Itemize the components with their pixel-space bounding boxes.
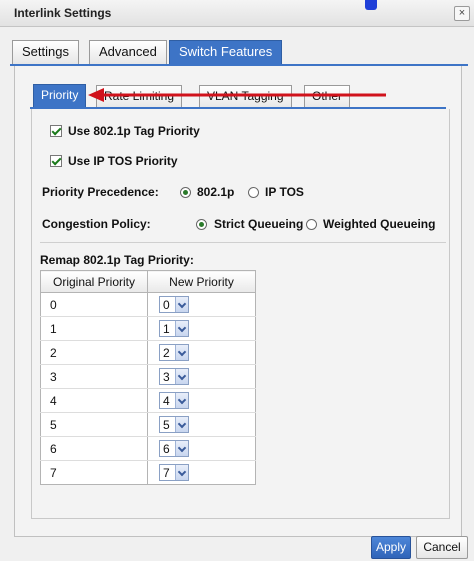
use-8021p-label: Use 802.1p Tag Priority	[68, 124, 200, 138]
table-row: 4 4	[40, 388, 256, 413]
new-priority-value: 1	[163, 322, 170, 336]
new-priority-cell: 1	[147, 316, 256, 341]
subtab-priority[interactable]: Priority	[33, 84, 87, 107]
annotation-arrow-icon	[88, 88, 386, 102]
new-priority-value: 2	[163, 346, 170, 360]
section-divider	[40, 242, 446, 243]
table-row: 5 5	[40, 412, 256, 437]
chevron-down-icon[interactable]	[175, 345, 188, 360]
annotation-marker	[365, 0, 377, 10]
congestion-strict-label: Strict Queueing	[214, 217, 304, 231]
new-priority-cell: 0	[147, 292, 256, 317]
original-priority-cell: 4	[40, 388, 148, 413]
new-priority-value: 7	[163, 466, 170, 480]
new-priority-select[interactable]: 0	[159, 296, 189, 313]
table-row: 3 3	[40, 364, 256, 389]
priority-precedence-label: Priority Precedence:	[42, 185, 159, 199]
title-bar: Interlink Settings ×	[0, 0, 474, 27]
close-icon[interactable]: ×	[454, 6, 470, 21]
column-header-new: New Priority	[147, 270, 256, 293]
tab-settings[interactable]: Settings	[12, 40, 79, 64]
table-row: 2 2	[40, 340, 256, 365]
new-priority-cell: 5	[147, 412, 256, 437]
precedence-ip-tos-radio[interactable]	[248, 187, 259, 198]
table-row: 0 0	[40, 292, 256, 317]
apply-button[interactable]: Apply	[371, 536, 411, 559]
new-priority-value: 4	[163, 394, 170, 408]
new-priority-cell: 6	[147, 436, 256, 461]
new-priority-cell: 7	[147, 460, 256, 485]
table-row: 6 6	[40, 436, 256, 461]
chevron-down-icon[interactable]	[175, 417, 188, 432]
tab-switch-features[interactable]: Switch Features	[169, 40, 283, 64]
congestion-weighted-radio[interactable]	[306, 219, 317, 230]
new-priority-select[interactable]: 1	[159, 320, 189, 337]
new-priority-value: 0	[163, 298, 170, 312]
use-ip-tos-label: Use IP TOS Priority	[68, 154, 178, 168]
use-ip-tos-checkbox[interactable]	[50, 155, 62, 167]
tab-advanced[interactable]: Advanced	[89, 40, 167, 64]
new-priority-select[interactable]: 3	[159, 368, 189, 385]
chevron-down-icon[interactable]	[175, 393, 188, 408]
new-priority-select[interactable]: 2	[159, 344, 189, 361]
chevron-down-icon[interactable]	[175, 321, 188, 336]
original-priority-cell: 6	[40, 436, 148, 461]
new-priority-value: 3	[163, 370, 170, 384]
new-priority-cell: 2	[147, 340, 256, 365]
remap-table: Original Priority New Priority 0 0 1 1 2…	[40, 270, 256, 485]
new-priority-select[interactable]: 4	[159, 392, 189, 409]
original-priority-cell: 7	[40, 460, 148, 485]
cancel-button[interactable]: Cancel	[416, 536, 468, 559]
precedence-8021p-radio[interactable]	[180, 187, 191, 198]
new-priority-select[interactable]: 7	[159, 464, 189, 481]
precedence-ip-tos-label: IP TOS	[265, 185, 304, 199]
new-priority-cell: 4	[147, 388, 256, 413]
column-header-original: Original Priority	[40, 270, 148, 293]
window-title: Interlink Settings	[14, 6, 112, 20]
congestion-policy-label: Congestion Policy:	[42, 217, 151, 231]
precedence-8021p-label: 802.1p	[197, 185, 235, 199]
chevron-down-icon[interactable]	[175, 369, 188, 384]
table-row: 7 7	[40, 460, 256, 485]
new-priority-cell: 3	[147, 364, 256, 389]
new-priority-select[interactable]: 6	[159, 440, 189, 457]
new-priority-select[interactable]: 5	[159, 416, 189, 433]
chevron-down-icon[interactable]	[175, 465, 188, 480]
new-priority-value: 6	[163, 442, 170, 456]
original-priority-cell: 1	[40, 316, 148, 341]
use-8021p-checkbox[interactable]	[50, 125, 62, 137]
original-priority-cell: 3	[40, 364, 148, 389]
chevron-down-icon[interactable]	[175, 441, 188, 456]
remap-title: Remap 802.1p Tag Priority:	[40, 253, 194, 267]
original-priority-cell: 0	[40, 292, 148, 317]
congestion-weighted-label: Weighted Queueing	[323, 217, 436, 231]
original-priority-cell: 2	[40, 340, 148, 365]
original-priority-cell: 5	[40, 412, 148, 437]
congestion-strict-radio[interactable]	[196, 219, 207, 230]
new-priority-value: 5	[163, 418, 170, 432]
table-row: 1 1	[40, 316, 256, 341]
chevron-down-icon[interactable]	[175, 297, 188, 312]
